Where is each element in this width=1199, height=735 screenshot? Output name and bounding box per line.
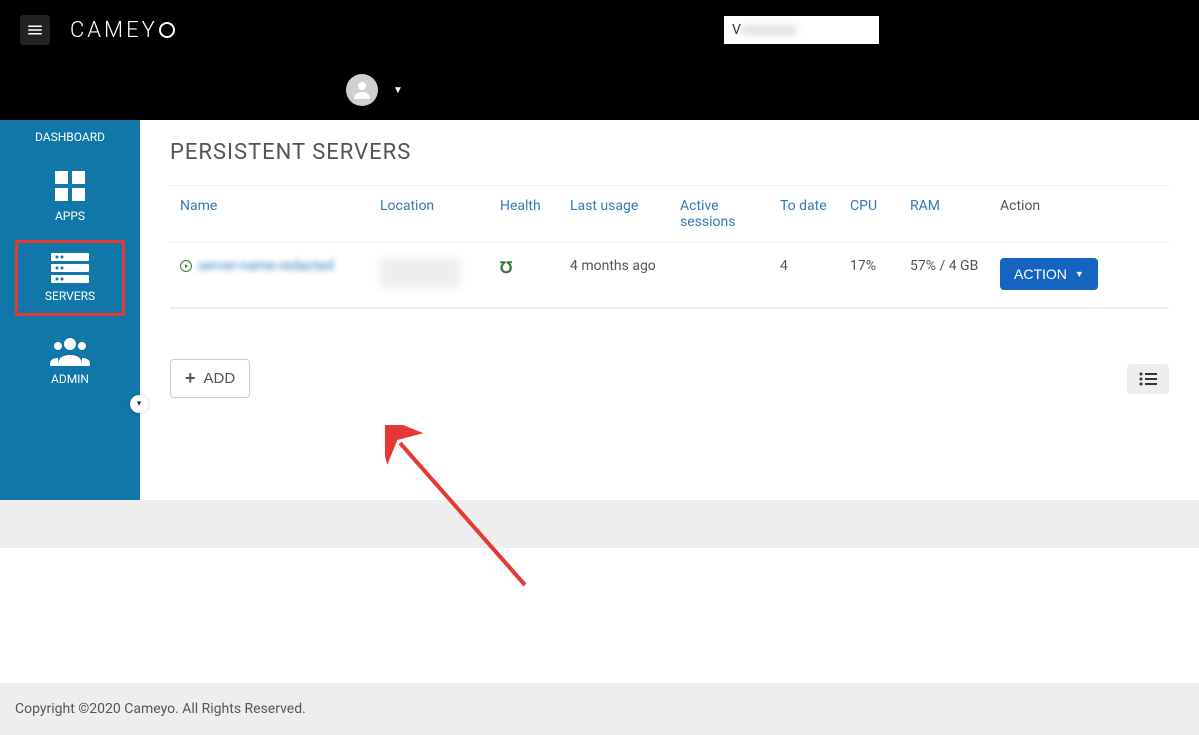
status-running-icon [180,260,192,272]
add-server-button[interactable]: + ADD [170,359,250,398]
col-active-sessions[interactable]: Active sessions [670,186,770,243]
sidebar-item-admin[interactable]: ADMIN [0,321,140,398]
servers-icon [51,253,89,283]
col-ram[interactable]: RAM [900,186,990,243]
servers-table: Name Location Health Last usage Active s… [170,186,1169,308]
user-icon [350,78,374,102]
gray-strip [0,500,1199,548]
col-to-date[interactable]: To date [770,186,840,243]
cpu-cell: 17% [840,243,900,308]
hamburger-icon [26,21,44,39]
apps-icon [53,169,87,203]
col-name[interactable]: Name [170,186,370,243]
logo[interactable]: CAMEY [70,18,176,43]
copyright-text: Copyright ©2020 Cameyo. All Rights Reser… [15,701,306,717]
search-input[interactable]: Vxxxxxxxx [724,16,879,44]
footer: Copyright ©2020 Cameyo. All Rights Reser… [0,683,1199,735]
sidebar-item-apps[interactable]: APPS [0,154,140,235]
main-content: PERSISTENT SERVERS Name Location Health … [140,120,1199,500]
location-cell [380,258,460,288]
to-date-cell: 4 [770,243,840,308]
ram-cell: 57% / 4 GB [900,243,990,308]
last-usage-cell: 4 months ago [560,243,670,308]
page-title: PERSISTENT SERVERS [170,140,1169,165]
health-ok-icon: ℧ [500,258,512,277]
sidebar-item-servers[interactable]: SERVERS [15,240,125,316]
logo-o-icon [159,22,175,38]
sidebar-item-dashboard[interactable]: DASHBOARD [0,120,140,154]
active-sessions-cell [670,243,770,308]
server-name-link[interactable]: server-name-redacted [198,258,334,274]
col-action: Action [990,186,1169,243]
col-cpu[interactable]: CPU [840,186,900,243]
col-health[interactable]: Health [490,186,560,243]
table-row: server-name-redacted ℧ 4 months ago 4 17… [170,243,1169,308]
list-icon [1139,372,1157,386]
action-dropdown-button[interactable]: ACTION [1000,258,1098,290]
sidebar: DASHBOARD APPS SERVERS ADMIN [0,120,140,500]
hamburger-menu-button[interactable] [20,15,50,45]
col-location[interactable]: Location [370,186,490,243]
col-last-usage[interactable]: Last usage [560,186,670,243]
plus-icon: + [185,368,196,389]
top-bar: CAMEY Vxxxxxxxx ▼ [0,0,1199,120]
admin-icon [50,336,90,366]
user-avatar-button[interactable] [346,74,378,106]
list-view-button[interactable] [1127,364,1169,394]
user-dropdown-caret-icon[interactable]: ▼ [393,85,403,96]
